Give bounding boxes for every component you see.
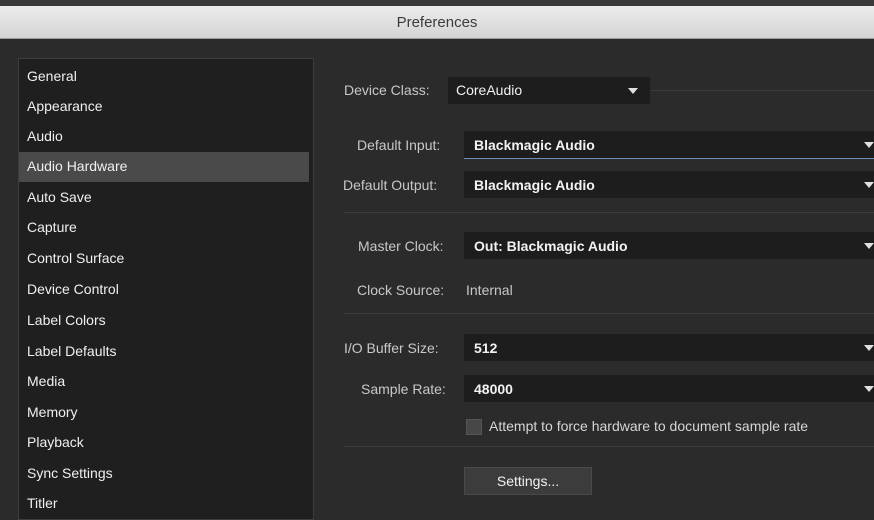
sidebar-item-sync-settings[interactable]: Sync Settings	[19, 459, 309, 489]
default-output-label: Default Output:	[343, 177, 438, 193]
device-class-value: CoreAudio	[456, 82, 523, 98]
default-output-dropdown[interactable]: Blackmagic Audio	[464, 171, 874, 198]
sidebar-item-playback[interactable]: Playback	[19, 428, 309, 458]
device-class-dropdown[interactable]: CoreAudio	[448, 77, 650, 104]
sidebar-item-media[interactable]: Media	[19, 367, 309, 397]
chevron-down-icon	[864, 345, 874, 351]
default-input-dropdown[interactable]: Blackmagic Audio	[464, 131, 874, 159]
clock-source-label: Clock Source:	[357, 282, 445, 298]
default-input-label: Default Input:	[357, 137, 441, 153]
section-divider	[650, 90, 874, 91]
sidebar-item-titler[interactable]: Titler	[19, 489, 309, 519]
sidebar-item-audio[interactable]: Audio	[19, 122, 309, 152]
chevron-down-icon	[864, 386, 874, 392]
force-sample-rate-checkbox[interactable]	[466, 419, 482, 435]
io-buffer-size-dropdown[interactable]: 512	[464, 334, 874, 361]
master-clock-label: Master Clock:	[358, 238, 444, 254]
sidebar-item-appearance[interactable]: Appearance	[19, 92, 309, 122]
sidebar-item-label-colors[interactable]: Label Colors	[19, 306, 309, 336]
device-class-label: Device Class:	[344, 82, 430, 98]
chevron-down-icon	[628, 88, 638, 94]
sidebar-item-capture[interactable]: Capture	[19, 213, 309, 243]
io-buffer-size-value: 512	[474, 340, 498, 356]
title-bar: Preferences	[0, 6, 874, 39]
sample-rate-label: Sample Rate:	[361, 381, 446, 397]
sidebar-item-general[interactable]: General	[19, 62, 309, 92]
master-clock-value: Out: Blackmagic Audio	[474, 238, 628, 254]
window-title: Preferences	[396, 14, 478, 31]
section-divider	[344, 313, 874, 314]
force-sample-rate-label: Attempt to force hardware to document sa…	[489, 418, 809, 434]
sidebar-item-auto-save[interactable]: Auto Save	[19, 183, 309, 213]
chevron-down-icon	[864, 142, 874, 148]
default-input-value: Blackmagic Audio	[474, 137, 595, 153]
chevron-down-icon	[864, 182, 874, 188]
master-clock-dropdown[interactable]: Out: Blackmagic Audio	[464, 232, 874, 259]
clock-source-value: Internal	[466, 282, 513, 298]
sample-rate-dropdown[interactable]: 48000	[464, 375, 874, 402]
settings-button[interactable]: Settings...	[464, 467, 592, 495]
sidebar-item-audio-hardware[interactable]: Audio Hardware	[19, 152, 309, 182]
preferences-sidebar: General Appearance Audio Audio Hardware …	[18, 58, 314, 520]
section-divider	[344, 446, 874, 447]
sidebar-item-device-control[interactable]: Device Control	[19, 275, 309, 305]
sidebar-item-memory[interactable]: Memory	[19, 398, 309, 428]
io-buffer-size-label: I/O Buffer Size:	[344, 340, 439, 356]
default-output-value: Blackmagic Audio	[474, 177, 595, 193]
section-divider	[344, 212, 874, 213]
sidebar-item-label-defaults[interactable]: Label Defaults	[19, 337, 309, 367]
sample-rate-value: 48000	[474, 381, 513, 397]
sidebar-item-control-surface[interactable]: Control Surface	[19, 244, 309, 274]
chevron-down-icon	[864, 243, 874, 249]
